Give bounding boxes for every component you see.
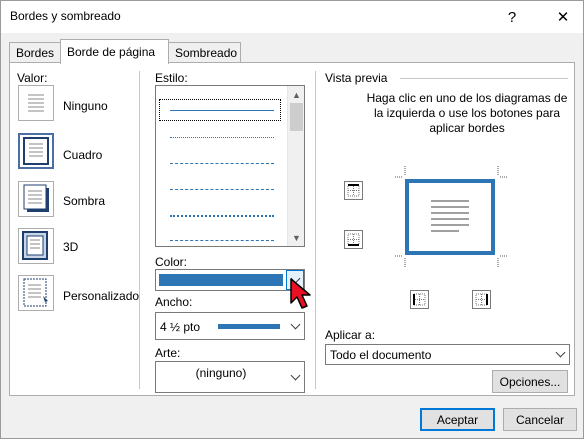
setting-shadow-label[interactable]: Sombra [63, 194, 105, 208]
width-label: Ancho: [155, 295, 193, 309]
right-border-icon [475, 293, 488, 306]
color-label: Color: [155, 255, 188, 269]
width-dropdown-button[interactable] [286, 313, 304, 339]
preview-group-line [400, 78, 568, 79]
width-value: 4 ½ pto [160, 320, 201, 334]
left-border-button[interactable] [410, 290, 429, 309]
bottom-border-icon [347, 233, 360, 246]
width-sample-line [218, 324, 280, 329]
art-dropdown-button[interactable] [286, 362, 304, 392]
style-option-solid[interactable] [170, 110, 274, 111]
art-dropdown[interactable]: (ninguno) [155, 361, 305, 393]
setting-custom-icon[interactable] [18, 275, 54, 311]
dialog-title: Bordes y sombreado [10, 9, 121, 23]
mouse-cursor-icon [290, 278, 311, 309]
scroll-down-icon[interactable]: ▼ [288, 229, 304, 246]
tab-page-border[interactable]: Borde de página [60, 39, 169, 64]
style-option-long-dash[interactable] [170, 240, 274, 241]
separator-right [315, 71, 316, 389]
chevron-down-icon [555, 347, 566, 358]
top-border-icon [347, 184, 360, 197]
apply-to-label: Aplicar a: [325, 328, 376, 342]
help-icon: ? [507, 8, 517, 26]
style-label: Estilo: [155, 71, 188, 85]
bottom-border-button[interactable] [344, 230, 363, 249]
tab-borders[interactable]: Bordes [9, 42, 61, 63]
top-border-button[interactable] [344, 181, 363, 200]
options-button[interactable]: Opciones... [492, 370, 568, 393]
style-scrollbar[interactable]: ▲ ▼ [287, 86, 304, 246]
separator-left [139, 71, 140, 389]
art-value: (ninguno) [195, 366, 247, 380]
title-bar: Bordes y sombreado ? ✕ [1, 1, 583, 33]
setting-none-icon[interactable] [18, 85, 54, 121]
close-button[interactable]: ✕ [544, 1, 582, 33]
left-border-icon [413, 293, 426, 306]
setting-box-icon[interactable] [18, 133, 54, 169]
preview-label: Vista previa [325, 71, 388, 85]
preview-text-lines [431, 200, 469, 232]
chevron-down-icon [290, 319, 301, 329]
right-border-button[interactable] [472, 290, 491, 309]
cancel-button[interactable]: Cancelar [503, 408, 577, 431]
color-swatch [159, 274, 283, 286]
width-dropdown[interactable]: 4 ½ pto [155, 312, 305, 340]
color-dropdown[interactable] [155, 269, 305, 291]
setting-box-label[interactable]: Cuadro [63, 148, 102, 162]
style-option-dotted[interactable] [170, 137, 274, 138]
setting-3d-label[interactable]: 3D [63, 240, 78, 254]
preview-instructions: Haga clic en uno de los diagramas de la … [366, 91, 568, 135]
tab-shading[interactable]: Sombreado [168, 42, 241, 63]
style-listbox[interactable]: ▲ ▼ [155, 85, 305, 247]
help-button[interactable]: ? [493, 1, 531, 33]
apply-to-dropdown[interactable]: Todo el documento [325, 344, 570, 365]
scroll-up-icon[interactable]: ▲ [288, 86, 304, 103]
page-border-panel: Valor: Ninguno Cuadro Sombra 3D Personal… [9, 62, 575, 396]
setting-label: Valor: [17, 71, 48, 85]
borders-shading-dialog: Bordes y sombreado ? ✕ Bordes Borde de p… [0, 0, 584, 439]
style-option-small-dash[interactable] [170, 163, 274, 164]
close-icon: ✕ [556, 9, 570, 26]
preview-page[interactable] [405, 179, 495, 255]
setting-none-label[interactable]: Ninguno [63, 99, 108, 113]
chevron-down-icon [290, 370, 301, 380]
ok-button[interactable]: Aceptar [420, 408, 495, 431]
setting-custom-label[interactable]: Personalizado [63, 289, 139, 303]
apply-to-dropdown-button[interactable] [551, 345, 569, 364]
setting-shadow-icon[interactable] [18, 181, 54, 217]
style-option-dash-dot[interactable] [170, 215, 274, 217]
apply-to-value: Todo el documento [330, 348, 432, 362]
scroll-thumb[interactable] [290, 103, 303, 131]
art-label: Arte: [155, 346, 181, 360]
style-option-dash[interactable] [170, 189, 274, 190]
setting-3d-icon[interactable] [18, 228, 54, 264]
